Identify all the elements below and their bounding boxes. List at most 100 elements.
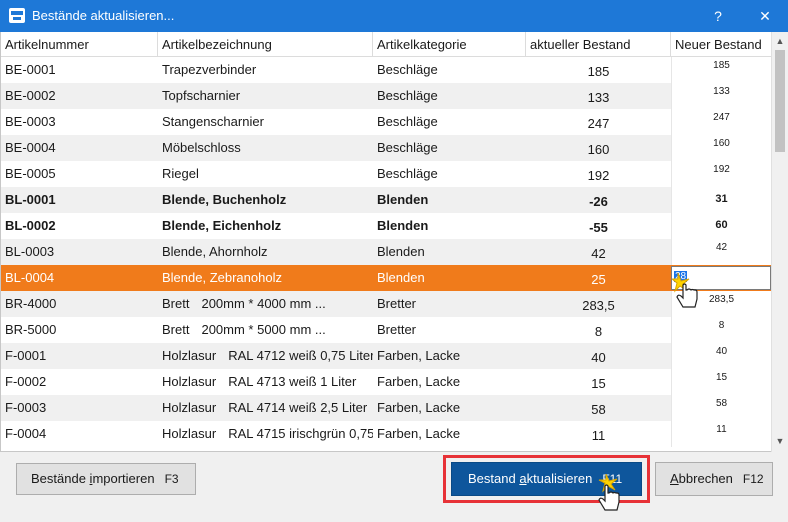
current-stock-cell: -55 (589, 220, 608, 235)
window-title: Bestände aktualisieren... (32, 8, 175, 23)
vertical-scrollbar[interactable]: ▲ ▼ (771, 32, 788, 452)
new-stock-cell[interactable]: 185 (671, 57, 771, 83)
table-row[interactable]: F-0004 Holzlasur RAL 4715 irischgrün 0,75 … (1, 421, 771, 447)
article-category-cell: Bretter (377, 296, 417, 311)
current-stock-cell: 42 (591, 246, 606, 261)
column-header-name[interactable]: Artikelbezeichnung (158, 32, 373, 57)
article-number-cell: BE-0003 (5, 114, 56, 129)
article-number-cell: BE-0005 (5, 166, 56, 181)
new-stock-cell[interactable]: 8 (671, 317, 771, 343)
article-category-cell: Beschläge (377, 166, 438, 181)
article-name-cell: Möbelschloss (158, 135, 373, 161)
table-row[interactable]: F-0002 Holzlasur RAL 4713 weiß 1 Liter Farb… (1, 369, 771, 395)
article-detail: RAL 4714 weiß 2,5 Liter (228, 400, 368, 415)
column-header-current-stock[interactable]: aktueller Bestand (526, 32, 671, 57)
new-stock-cell[interactable]: 60 (671, 213, 771, 239)
close-button[interactable]: ✕ (750, 4, 780, 28)
new-stock-cell[interactable]: 160 (671, 135, 771, 161)
article-number-cell: F-0004 (5, 426, 47, 441)
table-row[interactable]: F-0001 Holzlasur RAL 4712 weiß 0,75 Liter F… (1, 343, 771, 369)
help-button[interactable]: ? (703, 4, 733, 28)
article-category-cell: Blenden (377, 218, 429, 233)
table-row[interactable]: BE-0001 Trapezverbinder Beschläge 185 185 (1, 57, 771, 83)
dialog-footer: Bestände importieren F3 Bestand aktualisi… (0, 452, 788, 522)
current-stock-cell: 25 (591, 272, 606, 287)
current-stock-cell: 11 (591, 428, 606, 443)
new-stock-cell[interactable]: 15 (671, 369, 771, 395)
article-name: Brett (162, 296, 190, 311)
scroll-up-icon[interactable]: ▲ (772, 34, 788, 48)
article-category-cell: Farben, Lacke (377, 374, 461, 389)
table-row[interactable]: BL-0004 Blende, Zebranoholz Blenden 25 28 (1, 265, 771, 291)
article-category-cell: Beschläge (377, 62, 438, 77)
hand-cursor-icon (672, 272, 698, 308)
current-stock-cell: 8 (594, 324, 603, 339)
new-stock-cell[interactable]: 40 (671, 343, 771, 369)
article-detail: RAL 4715 irischgrün 0,75 ... (228, 426, 373, 441)
current-stock-cell: -26 (589, 194, 608, 209)
article-number-cell: BE-0002 (5, 88, 56, 103)
table-row[interactable]: BE-0003 Stangenscharnier Beschläge 247 247 (1, 109, 771, 135)
new-stock-cell[interactable]: 192 (671, 161, 771, 187)
article-name: Möbelschloss (162, 140, 241, 155)
article-name: Blende, Eichenholz (162, 218, 282, 233)
new-stock-cell[interactable]: 247 (671, 109, 771, 135)
stock-grid: Artikelnummer Artikelbezeichnung Artikel… (0, 32, 788, 452)
column-header-number[interactable]: Artikelnummer (1, 32, 158, 57)
table-row[interactable]: BR-4000 Brett 200mm * 4000 mm ... Bretter 28… (1, 291, 771, 317)
table-row[interactable]: BL-0003 Blende, Ahornholz Blenden 42 42 (1, 239, 771, 265)
article-name: Blende, Buchenholz (162, 192, 287, 207)
new-stock-cell[interactable]: 58 (671, 395, 771, 421)
shortcut-label: F12 (742, 472, 764, 486)
article-number-cell: BR-4000 (5, 296, 57, 311)
scroll-thumb[interactable] (775, 50, 785, 152)
article-number-cell: BR-5000 (5, 322, 57, 337)
new-stock-cell[interactable]: 11 (671, 421, 771, 447)
article-name: Holzlasur (162, 374, 217, 389)
table-row[interactable]: F-0003 Holzlasur RAL 4714 weiß 2,5 Liter Fa… (1, 395, 771, 421)
article-category-cell: Blenden (377, 192, 429, 207)
new-stock-cell[interactable]: 31 (671, 187, 771, 213)
current-stock-cell: 192 (587, 168, 610, 183)
article-detail: 200mm * 4000 mm ... (201, 296, 326, 311)
article-name-cell: Brett 200mm * 5000 mm ... (158, 317, 373, 343)
table-row[interactable]: BR-5000 Brett 200mm * 5000 mm ... Bretter 8 8 (1, 317, 771, 343)
cancel-button[interactable]: Abbrechen F12 (655, 462, 773, 496)
current-stock-cell: 40 (591, 350, 606, 365)
article-name: Brett (162, 322, 190, 337)
article-name-cell: Stangenscharnier (158, 109, 373, 135)
article-name: Riegel (162, 166, 199, 181)
article-number-cell: BL-0003 (5, 244, 55, 259)
new-stock-cell[interactable]: 133 (671, 83, 771, 109)
article-number-cell: BL-0002 (5, 218, 56, 233)
article-name-cell: Brett 200mm * 4000 mm ... (158, 291, 373, 317)
article-name: Trapezverbinder (162, 62, 257, 77)
article-name: Holzlasur (162, 348, 217, 363)
import-stock-button[interactable]: Bestände importieren F3 (16, 463, 196, 495)
article-name: Holzlasur (162, 426, 217, 441)
article-category-cell: Beschläge (377, 88, 438, 103)
title-bar: Bestände aktualisieren... ? ✕ (0, 0, 788, 32)
article-category-cell: Blenden (377, 270, 425, 285)
current-stock-cell: 133 (587, 90, 610, 105)
grid-rows: BE-0001 Trapezverbinder Beschläge 185 185 BE-… (1, 57, 771, 452)
table-row[interactable]: BE-0005 Riegel Beschläge 192 192 (1, 161, 771, 187)
article-detail: RAL 4713 weiß 1 Liter (228, 374, 357, 389)
article-name: Topfscharnier (162, 88, 241, 103)
article-category-cell: Beschläge (377, 114, 438, 129)
column-header-new-stock[interactable]: Neuer Bestand (671, 32, 771, 57)
app-icon (9, 8, 25, 23)
article-number-cell: BL-0004 (5, 270, 55, 285)
column-header-category[interactable]: Artikelkategorie (373, 32, 526, 57)
table-row[interactable]: BE-0002 Topfscharnier Beschläge 133 133 (1, 83, 771, 109)
new-stock-cell[interactable]: 42 (671, 239, 771, 265)
article-name-cell: Holzlasur RAL 4713 weiß 1 Liter (158, 369, 373, 395)
article-name-cell: Holzlasur RAL 4712 weiß 0,75 Liter (158, 343, 373, 369)
article-category-cell: Bretter (377, 322, 417, 337)
table-row[interactable]: BL-0001 Blende, Buchenholz Blenden -26 31 (1, 187, 771, 213)
scroll-down-icon[interactable]: ▼ (772, 434, 788, 448)
table-row[interactable]: BL-0002 Blende, Eichenholz Blenden -55 60 (1, 213, 771, 239)
table-row[interactable]: BE-0004 Möbelschloss Beschläge 160 160 (1, 135, 771, 161)
article-name-cell: Blende, Eichenholz (158, 213, 373, 239)
current-stock-cell: 15 (591, 376, 606, 391)
